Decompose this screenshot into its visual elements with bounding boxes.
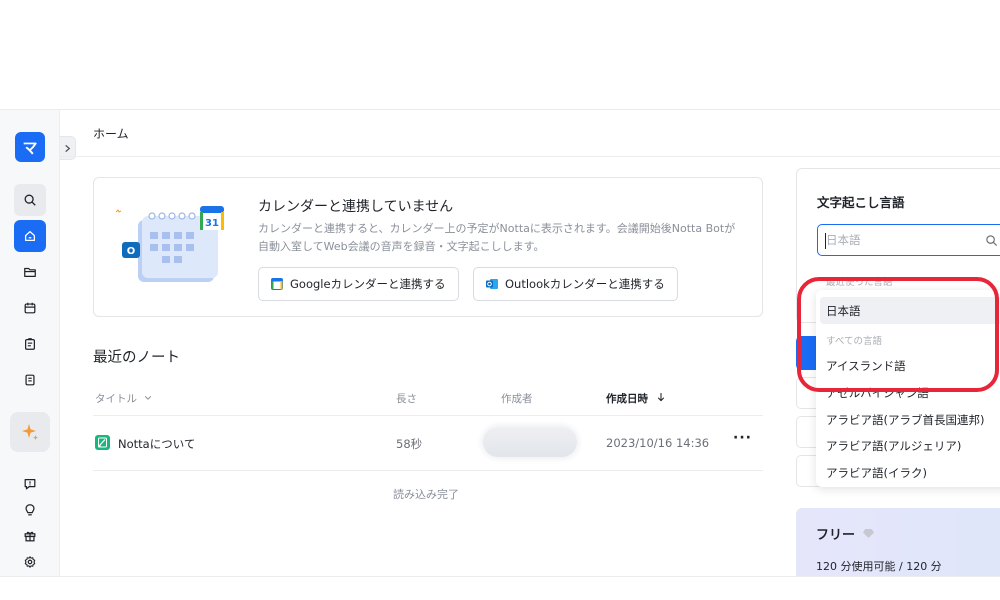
plan-title: フリー — [816, 524, 875, 543]
note-icon — [95, 435, 110, 450]
gift-icon — [24, 531, 36, 542]
search-button[interactable] — [14, 184, 46, 216]
column-created-at-header[interactable]: 作成日時 — [606, 391, 665, 406]
note-length: 58秒 — [396, 437, 423, 451]
app-window: マ ホーム 31 O カレンダーと連携していません カレンダーと連携すると、カレ… — [0, 109, 1000, 577]
language-option[interactable]: アラビア語(イラク) — [820, 459, 1000, 486]
note-title[interactable]: Nottaについて — [118, 436, 195, 452]
sidebar-item-ai[interactable] — [10, 412, 50, 452]
lightbulb-icon — [25, 504, 35, 516]
folder-icon — [24, 267, 36, 277]
svg-text:O: O — [127, 246, 136, 257]
sidebar-item-folder[interactable] — [14, 256, 46, 288]
column-length-header[interactable]: 長さ — [396, 391, 417, 406]
clipboard-icon — [25, 338, 35, 350]
table-header-divider — [93, 415, 763, 416]
more-options-button[interactable]: ··· — [733, 430, 752, 446]
column-title-label: タイトル — [95, 393, 137, 405]
calendar-card-title: カレンダーと連携していません — [258, 199, 454, 215]
calendar-illustration: 31 O — [116, 206, 224, 282]
plan-card[interactable]: フリー 120 分使用可能 / 120 分 — [796, 508, 1000, 576]
sidebar-item-settings[interactable] — [14, 546, 46, 576]
plan-usage: 120 分使用可能 / 120 分 — [816, 560, 942, 573]
all-languages-label: すべての言語 — [826, 336, 882, 347]
calendar-day-number: 31 — [205, 218, 219, 229]
note-created-at: 2023/10/16 14:36 — [606, 436, 710, 450]
gem-icon — [863, 529, 875, 538]
gear-icon — [24, 556, 36, 568]
workspace-logo[interactable]: マ — [15, 132, 45, 162]
language-option[interactable]: アイスランド語 — [820, 352, 1000, 379]
language-option[interactable]: アゼルバイジャン語 — [820, 379, 1000, 406]
chevron-down-icon — [145, 396, 152, 400]
workspace-logo-letter: マ — [22, 138, 38, 157]
google-calendar-connect-button[interactable]: Googleカレンダーと連携する — [258, 267, 459, 301]
creator-avatar-blurred — [483, 427, 577, 457]
language-option[interactable]: アラビア語(アルジェリア) — [820, 432, 1000, 459]
language-option[interactable]: アラビア語(アラブ首長国連邦) — [820, 406, 1000, 433]
document-icon — [25, 374, 35, 386]
plan-title-label: フリー — [816, 528, 856, 543]
calendar-integration-card: 31 O カレンダーと連携していません カレンダーと連携すると、カレンダー上の予… — [93, 177, 763, 317]
language-search-input[interactable] — [826, 231, 976, 249]
calendar-icon — [24, 302, 36, 314]
column-creator-header[interactable]: 作成者 — [501, 391, 533, 406]
column-created-at-label: 作成日時 — [606, 393, 648, 405]
sidebar-item-home[interactable] — [14, 220, 46, 252]
sidebar-item-tasks[interactable] — [14, 328, 46, 360]
page-header: ホーム — [60, 110, 1000, 157]
language-dropdown: 日本語 すべての言語 アイスランド語 アゼルバイジャン語 アラビア語(アラブ首長… — [816, 290, 1000, 487]
outlook-icon — [486, 279, 498, 289]
language-search-field[interactable] — [817, 224, 1000, 256]
language-option-japanese[interactable]: 日本語 — [820, 297, 1000, 324]
google-calendar-icon — [271, 278, 283, 290]
outlook-calendar-connect-label: Outlookカレンダーと連携する — [505, 277, 665, 291]
transcription-language-label: 文字起こし言語 — [817, 195, 905, 210]
sidebar-item-calendar[interactable] — [14, 292, 46, 324]
page-title: ホーム — [93, 127, 129, 141]
column-title-header[interactable]: タイトル — [95, 391, 152, 406]
search-icon — [986, 235, 998, 247]
sort-arrow-down-icon — [657, 393, 664, 402]
outlook-calendar-connect-button[interactable]: Outlookカレンダーと連携する — [473, 267, 678, 301]
google-calendar-connect-label: Googleカレンダーと連携する — [290, 277, 446, 291]
load-complete-text: 読み込み完了 — [393, 488, 459, 501]
sparkle-icon — [22, 424, 38, 440]
search-icon — [24, 194, 36, 206]
home-icon — [24, 230, 36, 242]
table-row-divider — [93, 470, 763, 471]
calendar-card-description: カレンダーと連携すると、カレンダー上の予定がNottaに表示されます。会議開始後… — [258, 222, 736, 253]
feedback-icon — [24, 479, 36, 490]
sidebar: マ — [0, 110, 60, 576]
sidebar-item-document[interactable] — [14, 364, 46, 396]
recent-languages-label: 最近使った言語 — [826, 277, 893, 288]
recent-notes-title: 最近のノート — [93, 350, 180, 366]
